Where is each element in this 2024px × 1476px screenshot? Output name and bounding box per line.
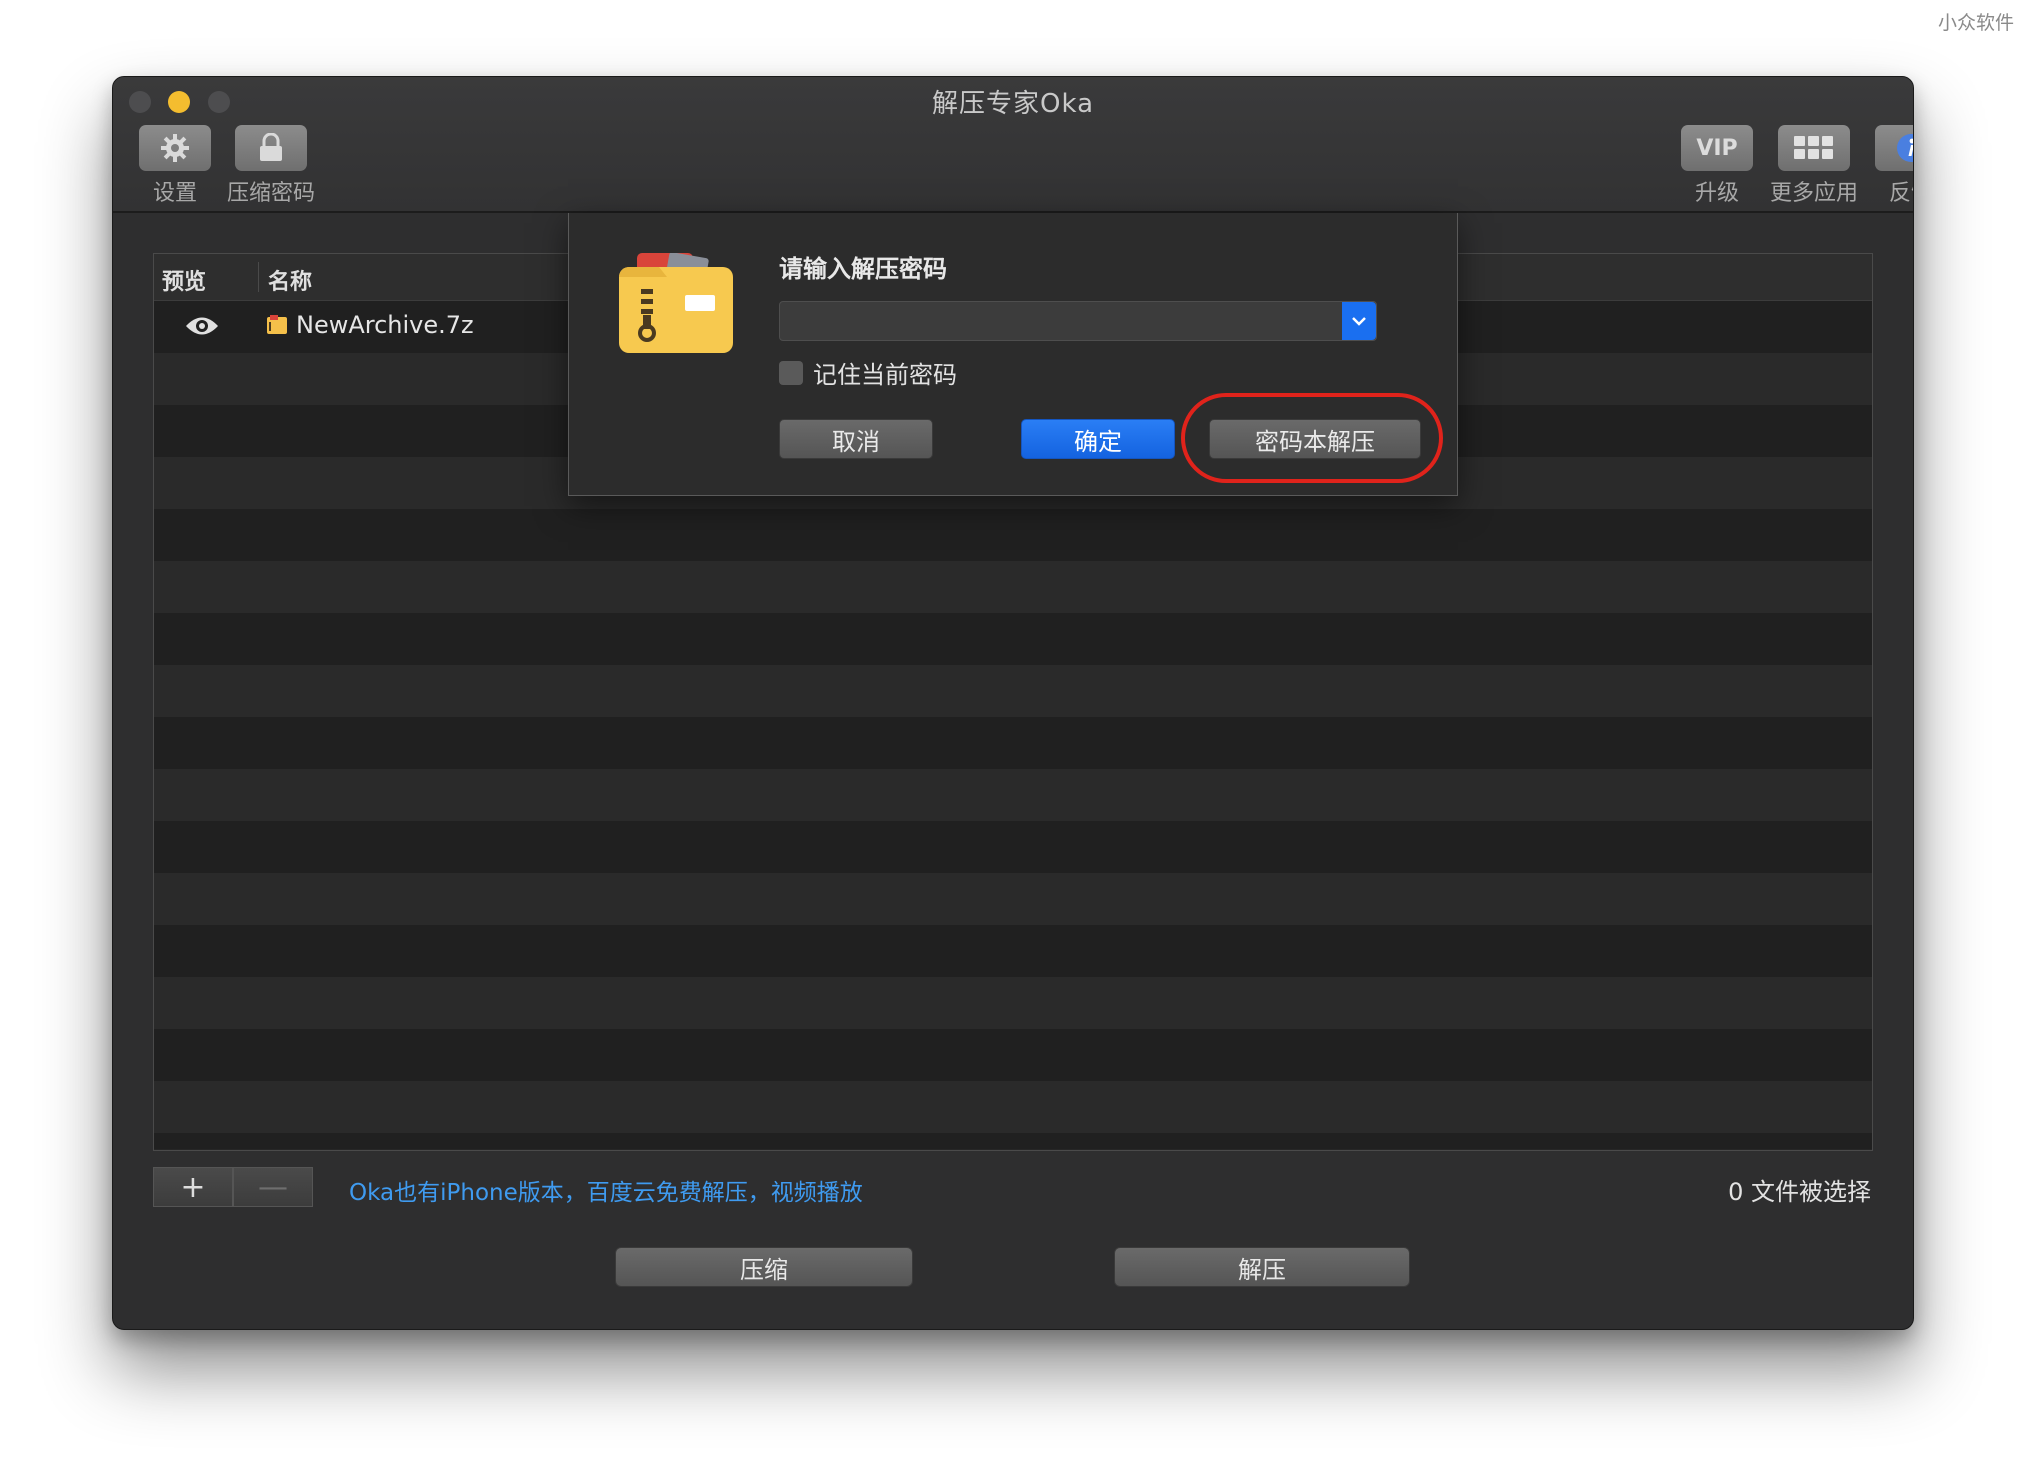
- title-bar: 解压专家Oka 设置 压缩密码 VIP 升级 更多应用 反: [113, 77, 1913, 213]
- compress-button[interactable]: 压缩: [615, 1247, 913, 1287]
- column-header-name[interactable]: 名称: [268, 264, 312, 296]
- remember-password-checkbox[interactable]: [779, 360, 803, 385]
- vip-icon[interactable]: VIP: [1681, 125, 1753, 171]
- table-row: [154, 977, 1872, 1029]
- table-row: [154, 665, 1872, 717]
- table-row: [154, 509, 1872, 561]
- lock-icon[interactable]: [235, 125, 307, 171]
- selection-status: 0 文件被选择: [1728, 1178, 1871, 1206]
- app-window: 解压专家Oka 设置 压缩密码 VIP 升级 更多应用 反 预览 名称 NewA…: [112, 76, 1914, 1330]
- zip-archive-icon: [619, 253, 733, 353]
- password-combobox[interactable]: [779, 301, 1377, 341]
- add-file-button[interactable]: +: [153, 1167, 233, 1207]
- remember-password-option[interactable]: 记住当前密码: [779, 355, 957, 390]
- table-row: [154, 873, 1872, 925]
- table-row: [154, 1133, 1872, 1149]
- column-divider: [258, 262, 259, 292]
- toolbar-feedback[interactable]: 反馈: [1861, 125, 1913, 207]
- toolbar-compress-password-label: 压缩密码: [226, 181, 315, 206]
- table-row: [154, 821, 1872, 873]
- remove-file-button[interactable]: —: [233, 1167, 313, 1207]
- table-row: [154, 717, 1872, 769]
- toolbar-compress-password[interactable]: 压缩密码: [221, 125, 321, 207]
- chevron-down-icon[interactable]: [1342, 302, 1376, 340]
- table-row: [154, 769, 1872, 821]
- toolbar-upgrade[interactable]: VIP 升级: [1667, 125, 1767, 207]
- toolbar-more-apps[interactable]: 更多应用: [1764, 125, 1864, 207]
- gear-icon[interactable]: [139, 125, 211, 171]
- remember-password-label: 记住当前密码: [813, 361, 957, 389]
- toolbar-feedback-label: 反馈: [1888, 181, 1913, 206]
- ok-button[interactable]: 确定: [1021, 419, 1175, 459]
- file-name-cell: NewArchive.7z: [266, 311, 474, 339]
- bottom-bar: + — Oka也有iPhone版本，百度云免费解压，视频播放 0 文件被选择: [153, 1167, 1871, 1211]
- promo-link[interactable]: Oka也有iPhone版本，百度云免费解压，视频播放: [349, 1173, 863, 1207]
- table-row: [154, 561, 1872, 613]
- toolbar-settings[interactable]: 设置: [125, 125, 225, 207]
- toolbar-settings-label: 设置: [152, 181, 197, 206]
- archive-icon: [267, 315, 287, 334]
- eye-icon[interactable]: [184, 313, 220, 343]
- info-icon[interactable]: [1875, 125, 1913, 171]
- table-row: [154, 613, 1872, 665]
- window-title: 解压专家Oka: [932, 89, 1094, 119]
- file-name: NewArchive.7z: [296, 311, 474, 339]
- extract-button[interactable]: 解压: [1114, 1247, 1410, 1287]
- highlight-annotation-ring: [1181, 393, 1443, 483]
- toolbar-more-apps-label: 更多应用: [1769, 181, 1858, 206]
- password-input[interactable]: [780, 302, 1330, 340]
- table-row: [154, 1029, 1872, 1081]
- dialog-title: 请输入解压密码: [779, 255, 947, 283]
- table-row: [154, 1081, 1872, 1133]
- column-header-preview[interactable]: 预览: [162, 264, 206, 296]
- watermark: 小众软件: [1937, 12, 2014, 34]
- toolbar-upgrade-label: 升级: [1694, 181, 1739, 206]
- table-row: [154, 925, 1872, 977]
- cancel-button[interactable]: 取消: [779, 419, 933, 459]
- grid-icon[interactable]: [1778, 125, 1850, 171]
